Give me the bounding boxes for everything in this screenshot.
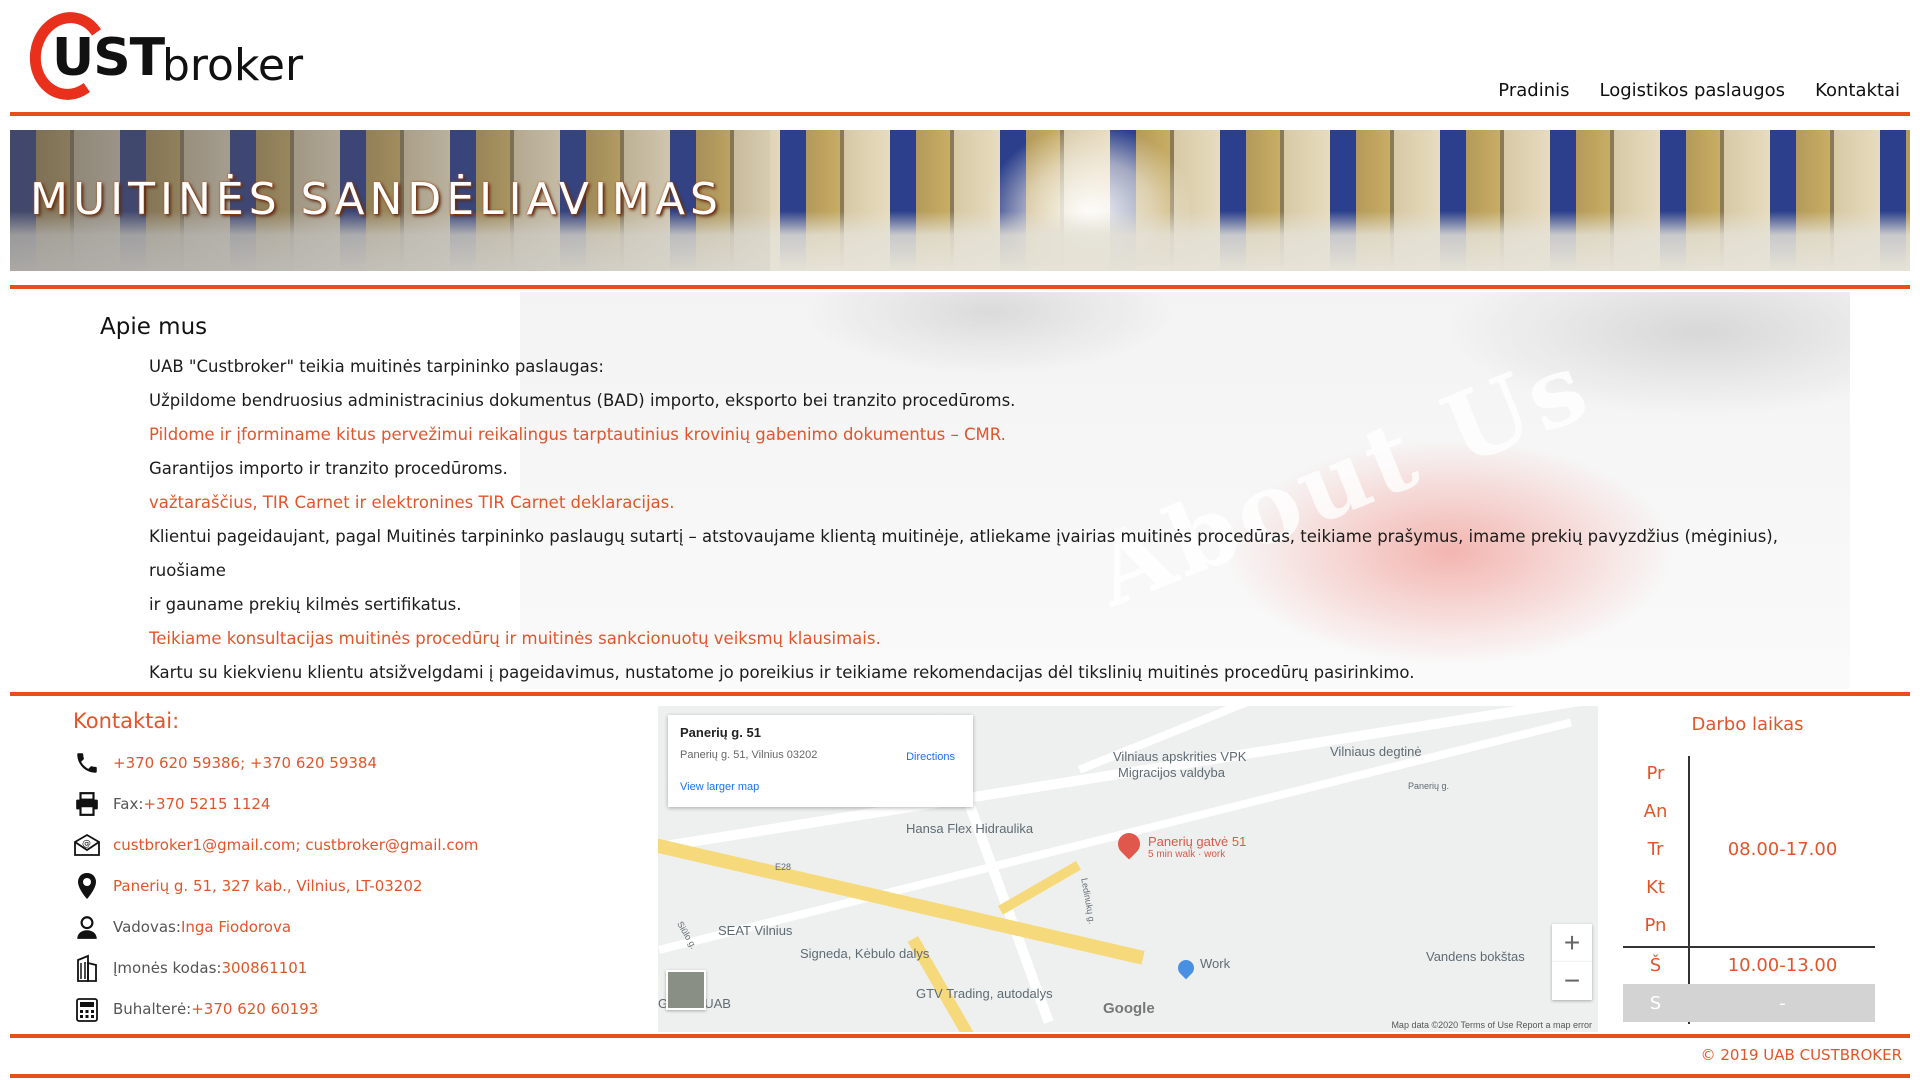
map-card-title: Panerių g. 51 (680, 725, 761, 740)
footer-divider (10, 1034, 1910, 1038)
fax-icon (73, 790, 101, 818)
directions-link[interactable]: Directions (906, 751, 955, 763)
map-road-label-paneriu: Panerių g. (1408, 781, 1450, 791)
saturday-label: Š (1649, 955, 1662, 976)
map-credits[interactable]: Map data ©2020 Terms of Use Report a map… (1391, 1020, 1592, 1030)
contact-company-code-value: 300861101 (221, 959, 308, 977)
working-hours-title: Darbo laikas (1691, 714, 1804, 735)
svg-text:@: @ (82, 839, 91, 849)
calculator-icon (73, 995, 101, 1023)
contact-manager-label: Vadovas: (113, 918, 181, 936)
site-header: UST broker Pradinis Logistikos paslaugos… (0, 0, 1920, 118)
map-poi-vpk: Vilniaus apskrities VPK (1113, 749, 1247, 764)
weekday-hours: 08.00-17.00 (1727, 839, 1838, 860)
custbroker-logo[interactable]: UST broker (22, 5, 330, 107)
logo-ust-text: UST (52, 28, 165, 88)
about-divider (10, 692, 1910, 696)
about-line: važtaraščius, TIR Carnet ir elektronines… (149, 493, 675, 512)
about-line: Kartu su kiekvienu klientu atsižvelgdami… (149, 663, 1415, 682)
map-poi-hansa: Hansa Flex Hidraulika (906, 821, 1034, 836)
map-poi-work: Work (1200, 956, 1231, 971)
sunday-hours: - (1779, 993, 1786, 1014)
working-hours: Darbo laikas Pr An Tr Kt Pn 08.00-17.00 … (1620, 706, 1875, 1032)
map-poi-degtine: Vilniaus degtinė (1330, 744, 1422, 759)
contact-row-phone: +370 620 59386; +370 620 59384 (73, 747, 377, 779)
banner-divider (10, 285, 1910, 289)
map-poi-migracijos: Migracijos valdyba (1118, 765, 1225, 780)
contact-fax-label: Fax: (113, 795, 144, 813)
logo-broker-text: broker (162, 40, 304, 91)
weekday-label: Tr (1647, 839, 1664, 860)
weekday-label: Pn (1644, 915, 1667, 936)
person-icon (73, 913, 101, 941)
contact-row-accountant: Buhalterė: +370 620 60193 (73, 993, 318, 1025)
contact-address-value: Panerių g. 51, 327 kab., Vilnius, LT-032… (113, 877, 423, 895)
sunday-label: S (1649, 993, 1662, 1014)
map-card-address: Panerių g. 51, Vilnius 03202 (680, 749, 818, 761)
contact-accountant-label: Buhalterė: (113, 1000, 192, 1018)
contact-row-manager: Vadovas: Inga Fiodorova (73, 911, 291, 943)
map-poi-seat: SEAT Vilnius (718, 923, 793, 938)
map-pin-label: Panerių gatvė 51 (1148, 834, 1247, 849)
building-icon (73, 954, 101, 982)
page-title: MUITINĖS SANDĖLIAVIMAS (30, 174, 723, 225)
about-line: Garantijos importo ir tranzito procedūro… (149, 459, 508, 478)
location-pin-icon (73, 872, 101, 900)
contacts-title: Kontaktai: (73, 709, 180, 733)
page-banner: MUITINĖS SANDĖLIAVIMAS (10, 130, 1910, 271)
copyright-text: © 2019 UAB CUSTBROKER (1700, 1046, 1902, 1064)
contact-accountant-value[interactable]: +370 620 60193 (191, 1000, 318, 1018)
map-info-card: Panerių g. 51 Panerių g. 51, Vilnius 032… (668, 715, 973, 807)
saturday-hours: 10.00-13.00 (1727, 955, 1838, 976)
view-larger-map-link[interactable]: View larger map (680, 781, 759, 793)
about-line: UAB "Custbroker" teikia muitinės tarpini… (149, 357, 604, 376)
weekday-label: An (1643, 801, 1668, 822)
contact-company-code-label: Įmonės kodas: (113, 959, 222, 977)
about-line: Teikiame konsultacijas muitinės procedūr… (149, 629, 881, 648)
weekday-label: Kt (1646, 877, 1665, 898)
about-line: Pildome ir įforminame kitus pervežimui r… (149, 425, 1006, 444)
about-line: Užpildome bendruosius administracinius d… (149, 391, 1016, 410)
nav-item-kontaktai[interactable]: Kontaktai (1815, 80, 1900, 101)
map-highway (998, 861, 1081, 915)
weekday-label: Pr (1646, 763, 1665, 784)
about-text: UAB "Custbroker" teikia muitinės tarpini… (149, 350, 1829, 689)
map-poi-signeda: Signeda, Kėbulo dalys (800, 946, 930, 961)
map-poi-vandens: Vandens bokštas (1426, 949, 1525, 964)
about-line: Klientui pageidaujant, pagal Muitinės ta… (149, 527, 1778, 580)
contact-fax-value: +370 5215 1124 (143, 795, 271, 813)
nav-item-pradinis[interactable]: Pradinis (1498, 80, 1569, 101)
contact-manager-value: Inga Fiodorova (180, 918, 292, 936)
nav-item-logistikos-paslaugos[interactable]: Logistikos paslaugos (1599, 80, 1785, 101)
work-pin-icon (1174, 956, 1198, 980)
header-divider (10, 112, 1910, 116)
map-road-label-ledinuku: Ledinukų g. (1079, 877, 1098, 925)
phone-icon (73, 749, 101, 777)
map-road-label-e28: E28 (775, 862, 792, 872)
zoom-out-button[interactable]: − (1552, 962, 1592, 1000)
google-logo: Google (1103, 1000, 1155, 1017)
contact-row-email: @ custbroker1@gmail.com; custbroker@gmai… (73, 829, 478, 861)
about-section: About Us Apie mus UAB "Custbroker" teiki… (10, 292, 1910, 689)
hours-divider-horizontal (1623, 946, 1875, 948)
contact-row-fax: Fax: +370 5215 1124 (73, 788, 270, 820)
footer-section: Kontaktai: +370 620 59386; +370 620 5938… (0, 697, 1920, 1035)
google-map-embed[interactable]: Panerių g. 51 Panerių g. 51, Vilnius 032… (658, 706, 1598, 1032)
bottom-divider (10, 1074, 1910, 1078)
about-heading: Apie mus (100, 314, 208, 340)
contact-email-value[interactable]: custbroker1@gmail.com; custbroker@gmail.… (113, 836, 478, 854)
map-poi-gtv: GTV Trading, autodalys (916, 986, 1053, 1001)
contact-phone-value[interactable]: +370 620 59386; +370 620 59384 (113, 754, 377, 772)
about-line: ir gauname prekių kilmės sertifikatus. (149, 595, 462, 614)
contact-row-address: Panerių g. 51, 327 kab., Vilnius, LT-032… (73, 870, 422, 902)
contact-row-company-code: Įmonės kodas: 300861101 (73, 952, 307, 984)
email-icon: @ (73, 831, 101, 859)
satellite-toggle-icon[interactable] (666, 970, 706, 1010)
main-nav: Pradinis Logistikos paslaugos Kontaktai (1498, 80, 1900, 101)
zoom-in-button[interactable]: + (1552, 924, 1592, 962)
map-pin-sublabel: 5 min walk · work (1148, 849, 1226, 860)
